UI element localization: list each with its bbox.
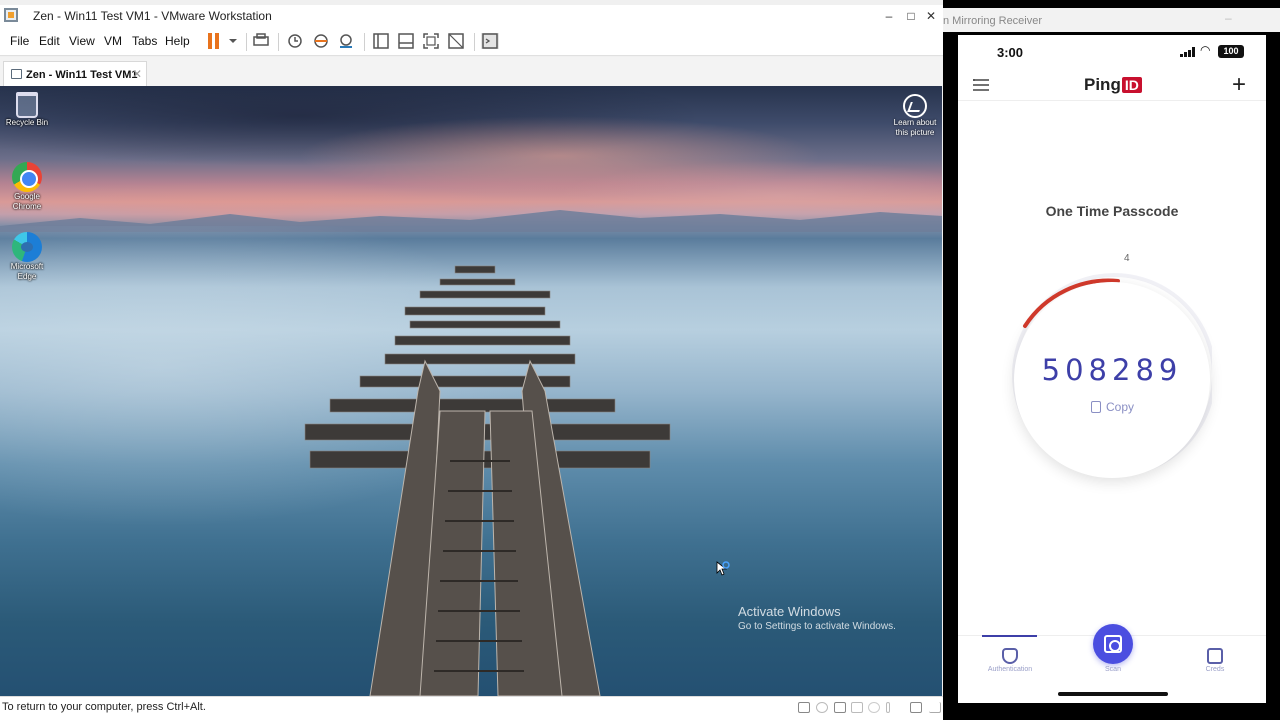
active-tab-indicator <box>982 635 1037 637</box>
desktop-icon-recycle-bin[interactable]: Recycle Bin <box>1 92 53 128</box>
vmware-app-icon <box>4 8 18 22</box>
cellular-signal-icon <box>1180 47 1195 57</box>
otp-timer-seconds: 4 <box>1124 253 1130 264</box>
network-status-icon[interactable] <box>834 702 846 713</box>
phone-screen: 3:00 ◠ 100 Ping ID + One Time Passcode 4 … <box>958 35 1266 703</box>
library-icon[interactable] <box>372 33 390 49</box>
thumbnail-bar-icon[interactable] <box>397 33 415 49</box>
add-button[interactable]: + <box>1232 71 1246 99</box>
maximize-button[interactable]: □ <box>901 7 921 25</box>
toolbar-separator <box>474 33 475 51</box>
vmware-window: Zen - Win11 Test VM1 - VMware Workstatio… <box>0 0 943 720</box>
unity-icon[interactable] <box>447 33 465 49</box>
mirroring-minimize-button[interactable]: ‒ <box>1225 11 1232 25</box>
cd-dvd-status-icon[interactable] <box>816 702 828 713</box>
activate-windows-title: Activate Windows <box>738 604 841 619</box>
toolbar-separator <box>278 33 279 51</box>
nav-authentication[interactable]: Authentication <box>980 648 1040 673</box>
microsoft-edge-icon <box>12 232 42 262</box>
snapshot-manager-icon[interactable] <box>337 33 355 49</box>
nav-scan-label: Scan <box>1105 666 1121 673</box>
nav-creds[interactable]: Creds <box>1185 648 1245 673</box>
full-screen-icon[interactable] <box>422 33 440 49</box>
wifi-icon: ◠ <box>1200 43 1211 57</box>
vmware-window-title: Zen - Win11 Test VM1 - VMware Workstatio… <box>33 9 272 23</box>
recycle-bin-label: Recycle Bin <box>5 118 49 127</box>
menu-help[interactable]: Help <box>165 34 190 48</box>
camera-icon <box>903 94 927 118</box>
menu-edit[interactable]: Edit <box>39 34 60 48</box>
otp-code[interactable]: 508289 <box>958 353 1266 387</box>
vm-tab-icon <box>11 69 22 79</box>
recycle-bin-icon <box>16 92 38 118</box>
status-message: To return to your computer, press Ctrl+A… <box>2 701 206 713</box>
sound-status-icon[interactable] <box>868 702 880 713</box>
google-chrome-label: Google Chrome <box>12 192 42 211</box>
snapshot-icon[interactable] <box>286 33 304 49</box>
phone-time: 3:00 <box>997 45 1024 60</box>
menu-vm[interactable]: VM <box>104 34 122 48</box>
tab-close-button[interactable]: ✕ <box>132 67 142 81</box>
menu-view[interactable]: View <box>69 34 95 48</box>
tab-bar: Zen - Win11 Test VM1 ✕ <box>0 57 943 86</box>
phone-status-bar: 3:00 ◠ 100 <box>958 35 1266 69</box>
pingid-logo: Ping ID <box>1084 75 1142 95</box>
toolbar-separator <box>246 33 247 51</box>
google-chrome-icon <box>12 162 42 192</box>
printer-status-icon[interactable] <box>886 702 890 713</box>
vmware-title-bar: Zen - Win11 Test VM1 - VMware Workstatio… <box>0 5 943 27</box>
nav-authentication-label: Authentication <box>987 666 1033 673</box>
home-indicator <box>1058 692 1168 696</box>
copy-label: Copy <box>1106 400 1135 414</box>
menu-file[interactable]: File <box>10 34 29 48</box>
mirroring-window-title: n Mirroring Receiver <box>943 15 1043 27</box>
menu-tabs[interactable]: Tabs <box>132 34 157 48</box>
learn-about-picture-label: Learn about this picture <box>893 118 937 137</box>
wallpaper-pier <box>304 265 671 696</box>
copy-button[interactable]: Copy <box>1087 399 1147 417</box>
toolbar-separator <box>364 33 365 51</box>
send-ctrl-alt-del-icon[interactable] <box>252 33 270 49</box>
guest-desktop[interactable]: Recycle Bin Google Chrome Microsoft Edge… <box>0 86 942 696</box>
learn-about-picture-button[interactable]: Learn about this picture <box>888 94 942 138</box>
pause-icon[interactable] <box>207 33 221 49</box>
id-card-icon <box>1207 648 1223 664</box>
revert-snapshot-icon[interactable] <box>312 33 330 49</box>
pingid-header: Ping ID + <box>958 69 1266 101</box>
mirroring-title-bar: n Mirroring Receiver ‒ <box>943 8 1280 32</box>
battery-indicator: 100 <box>1218 45 1244 58</box>
shield-icon <box>1002 648 1018 664</box>
hamburger-menu-icon[interactable] <box>973 79 989 91</box>
status-bar: To return to your computer, press Ctrl+A… <box>0 696 943 720</box>
desktop-icon-google-chrome[interactable]: Google Chrome <box>1 162 53 212</box>
pingid-logo-text: Ping <box>1084 75 1121 94</box>
scan-icon <box>1104 635 1122 653</box>
minimize-button[interactable]: ‒ <box>879 7 899 25</box>
close-button[interactable]: ✕ <box>921 7 941 25</box>
console-view-icon[interactable] <box>481 33 499 49</box>
activate-windows-watermark: Activate Windows Go to Settings to activ… <box>738 604 896 632</box>
resize-grip-icon[interactable] <box>929 702 941 713</box>
usb-status-icon[interactable] <box>851 702 863 713</box>
mirroring-receiver-window: n Mirroring Receiver ‒ 3:00 ◠ 100 Ping ID… <box>943 0 1280 720</box>
activate-windows-subtitle: Go to Settings to activate Windows. <box>738 621 896 632</box>
microsoft-edge-label: Microsoft Edge <box>10 262 44 281</box>
pingid-logo-badge: ID <box>1121 77 1142 93</box>
tab-label: Zen - Win11 Test VM1 <box>26 69 138 81</box>
busy-cursor-icon <box>716 561 730 576</box>
otp-title: One Time Passcode <box>1045 203 1179 219</box>
nav-creds-label: Creds <box>1205 666 1225 673</box>
copy-icon <box>1091 401 1101 413</box>
tab-vm[interactable]: Zen - Win11 Test VM1 ✕ <box>3 61 147 86</box>
scan-button[interactable] <box>1093 624 1133 664</box>
desktop-icon-microsoft-edge[interactable]: Microsoft Edge <box>1 232 53 282</box>
dropdown-arrow-icon[interactable] <box>224 33 242 49</box>
hard-disk-status-icon[interactable] <box>798 702 810 713</box>
message-log-icon[interactable] <box>910 702 922 713</box>
menu-bar: File Edit View VM Tabs Help <box>0 27 943 56</box>
